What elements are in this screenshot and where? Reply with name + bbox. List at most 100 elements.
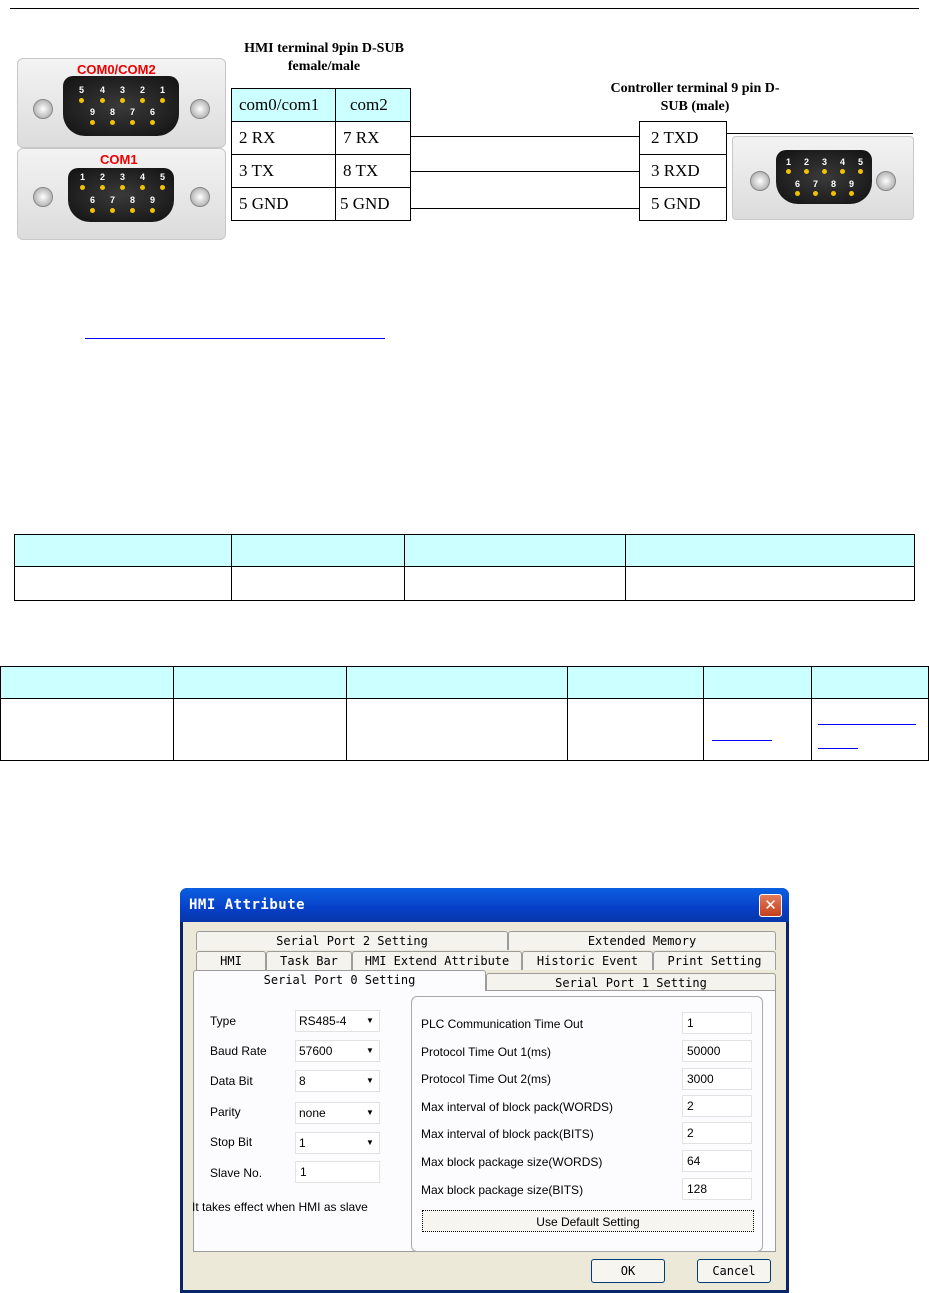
screw-icon — [33, 99, 53, 119]
close-icon[interactable]: ✕ — [759, 894, 782, 917]
table-cell — [625, 566, 915, 601]
dropdown-arrow-icon[interactable]: ▼ — [361, 1071, 379, 1091]
controller-terminal-title: Controller terminal 9 pin D-SUB (male) — [610, 81, 780, 114]
pin-number: 3 — [120, 172, 126, 182]
connector-label: COM0/COM2 — [77, 62, 156, 77]
tab-print-setting[interactable]: Print Setting — [653, 951, 776, 970]
screw-icon — [33, 187, 53, 207]
table-cell — [567, 698, 704, 761]
pin-dot — [858, 169, 863, 174]
pin-dot — [79, 98, 84, 103]
use-default-setting-button[interactable]: Use Default Setting — [422, 1210, 754, 1232]
hmi-attribute-dialog: HMI Attribute ✕ Serial Port 2 Setting Ex… — [180, 888, 789, 1293]
hmi-pin-row: 5 GND 5 GND — [231, 187, 411, 221]
pin-number: 7 — [130, 107, 136, 117]
pin-number: 2 — [100, 172, 106, 182]
table-cell — [404, 566, 626, 601]
param-input[interactable]: 1 — [682, 1012, 752, 1034]
pin-number: 9 — [849, 179, 855, 189]
baud-rate-label: Baud Rate — [210, 1044, 267, 1058]
stop-bit-label: Stop Bit — [210, 1135, 253, 1149]
table-cell — [173, 666, 347, 699]
wire-shell — [727, 133, 913, 134]
pin-cell: 5 GND — [639, 187, 727, 221]
pin-dot — [130, 208, 135, 213]
param-input[interactable]: 3000 — [682, 1068, 752, 1090]
table-cell — [811, 698, 929, 761]
hmi-pin-table: com0/com1 com2 2 RX 7 RX 3 TX 8 TX 5 GND… — [231, 88, 411, 221]
pin-dot — [160, 98, 165, 103]
dsub-plug-icon: 1 2 3 4 5 6 7 8 9 — [68, 168, 174, 222]
pin-number: 8 — [130, 195, 136, 205]
param-input[interactable]: 128 — [682, 1178, 752, 1200]
dropdown-arrow-icon[interactable]: ▼ — [361, 1133, 379, 1153]
pin-cell: 3 RXD — [639, 154, 727, 188]
table-cell — [231, 534, 405, 567]
dropdown-arrow-icon[interactable]: ▼ — [361, 1041, 379, 1061]
screw-icon — [190, 99, 210, 119]
type-select[interactable]: RS485-4 ▼ — [295, 1010, 380, 1032]
link-underline[interactable] — [818, 724, 916, 725]
spec-table-header — [0, 666, 929, 699]
hmi-pin-row: 3 TX 8 TX — [231, 154, 411, 188]
pin-dot — [90, 120, 95, 125]
tab-serial-port-0-setting[interactable]: Serial Port 0 Setting — [193, 970, 486, 991]
wire-rx-txd — [411, 136, 639, 137]
link-underline[interactable] — [712, 740, 772, 741]
tab-hmi[interactable]: HMI — [196, 951, 266, 970]
dropdown-arrow-icon[interactable]: ▼ — [361, 1011, 379, 1031]
screw-icon — [750, 171, 770, 191]
hmi-terminal-title: HMI terminal 9pin D-SUB female/male — [244, 41, 404, 74]
pin-cell: 7 RX — [335, 121, 411, 155]
tab-task-bar[interactable]: Task Bar — [266, 951, 352, 970]
param-input[interactable]: 50000 — [682, 1040, 752, 1062]
ok-button[interactable]: OK — [591, 1259, 665, 1283]
hmi-connector-com0-com2: COM0/COM2 5 4 3 2 1 9 8 7 6 — [17, 58, 226, 148]
pin-dot — [140, 185, 145, 190]
parity-value: none — [299, 1106, 326, 1120]
hmi-pin-header-row: com0/com1 com2 — [231, 88, 411, 122]
pin-dot — [110, 208, 115, 213]
table-cell — [703, 666, 812, 699]
pin-dot — [120, 185, 125, 190]
pin-number: 5 — [79, 85, 85, 95]
dialog-titlebar[interactable]: HMI Attribute ✕ — [180, 888, 789, 922]
pin-number: 7 — [110, 195, 116, 205]
slave-no-label: Slave No. — [210, 1166, 263, 1180]
pin-dot — [150, 208, 155, 213]
tab-extended-memory[interactable]: Extended Memory — [508, 931, 776, 950]
stop-bit-value: 1 — [299, 1136, 306, 1150]
pin-number: 4 — [140, 172, 146, 182]
tab-serial-port-2-setting[interactable]: Serial Port 2 Setting — [196, 931, 508, 950]
tab-hmi-extend-attribute[interactable]: HMI Extend Attribute — [352, 951, 522, 970]
screw-icon — [876, 171, 896, 191]
pin-number: 2 — [140, 85, 146, 95]
param-input[interactable]: 2 — [682, 1095, 752, 1117]
cancel-button[interactable]: Cancel — [697, 1259, 771, 1283]
stop-bit-select[interactable]: 1 ▼ — [295, 1132, 380, 1154]
controller-pin-row: 2 TXD — [639, 121, 727, 155]
pin-dot — [804, 169, 809, 174]
pin-number: 1 — [786, 157, 792, 167]
param-input[interactable]: 2 — [682, 1122, 752, 1144]
baud-rate-select[interactable]: 57600 ▼ — [295, 1040, 380, 1062]
tab-historic-event[interactable]: Historic Event — [522, 951, 653, 970]
pin-dot — [130, 120, 135, 125]
pin-cell: 8 TX — [335, 154, 411, 188]
table-cell — [567, 666, 704, 699]
slave-note: It takes effect when HMI as slave — [192, 1200, 368, 1214]
data-bit-select[interactable]: 8 ▼ — [295, 1070, 380, 1092]
controller-pin-row: 5 GND — [639, 187, 727, 221]
pin-dot — [110, 120, 115, 125]
hmi-pin-row: 2 RX 7 RX — [231, 121, 411, 155]
slave-no-input[interactable]: 1 — [295, 1161, 380, 1183]
spec-table-1 — [14, 534, 915, 601]
table-cell — [0, 698, 174, 761]
param-input[interactable]: 64 — [682, 1150, 752, 1172]
pin-number: 3 — [120, 85, 126, 95]
hyperlink-underline[interactable] — [85, 338, 385, 339]
pin-number: 3 — [822, 157, 828, 167]
link-underline[interactable] — [818, 748, 858, 749]
parity-select[interactable]: none ▼ — [295, 1102, 380, 1124]
dropdown-arrow-icon[interactable]: ▼ — [361, 1103, 379, 1123]
